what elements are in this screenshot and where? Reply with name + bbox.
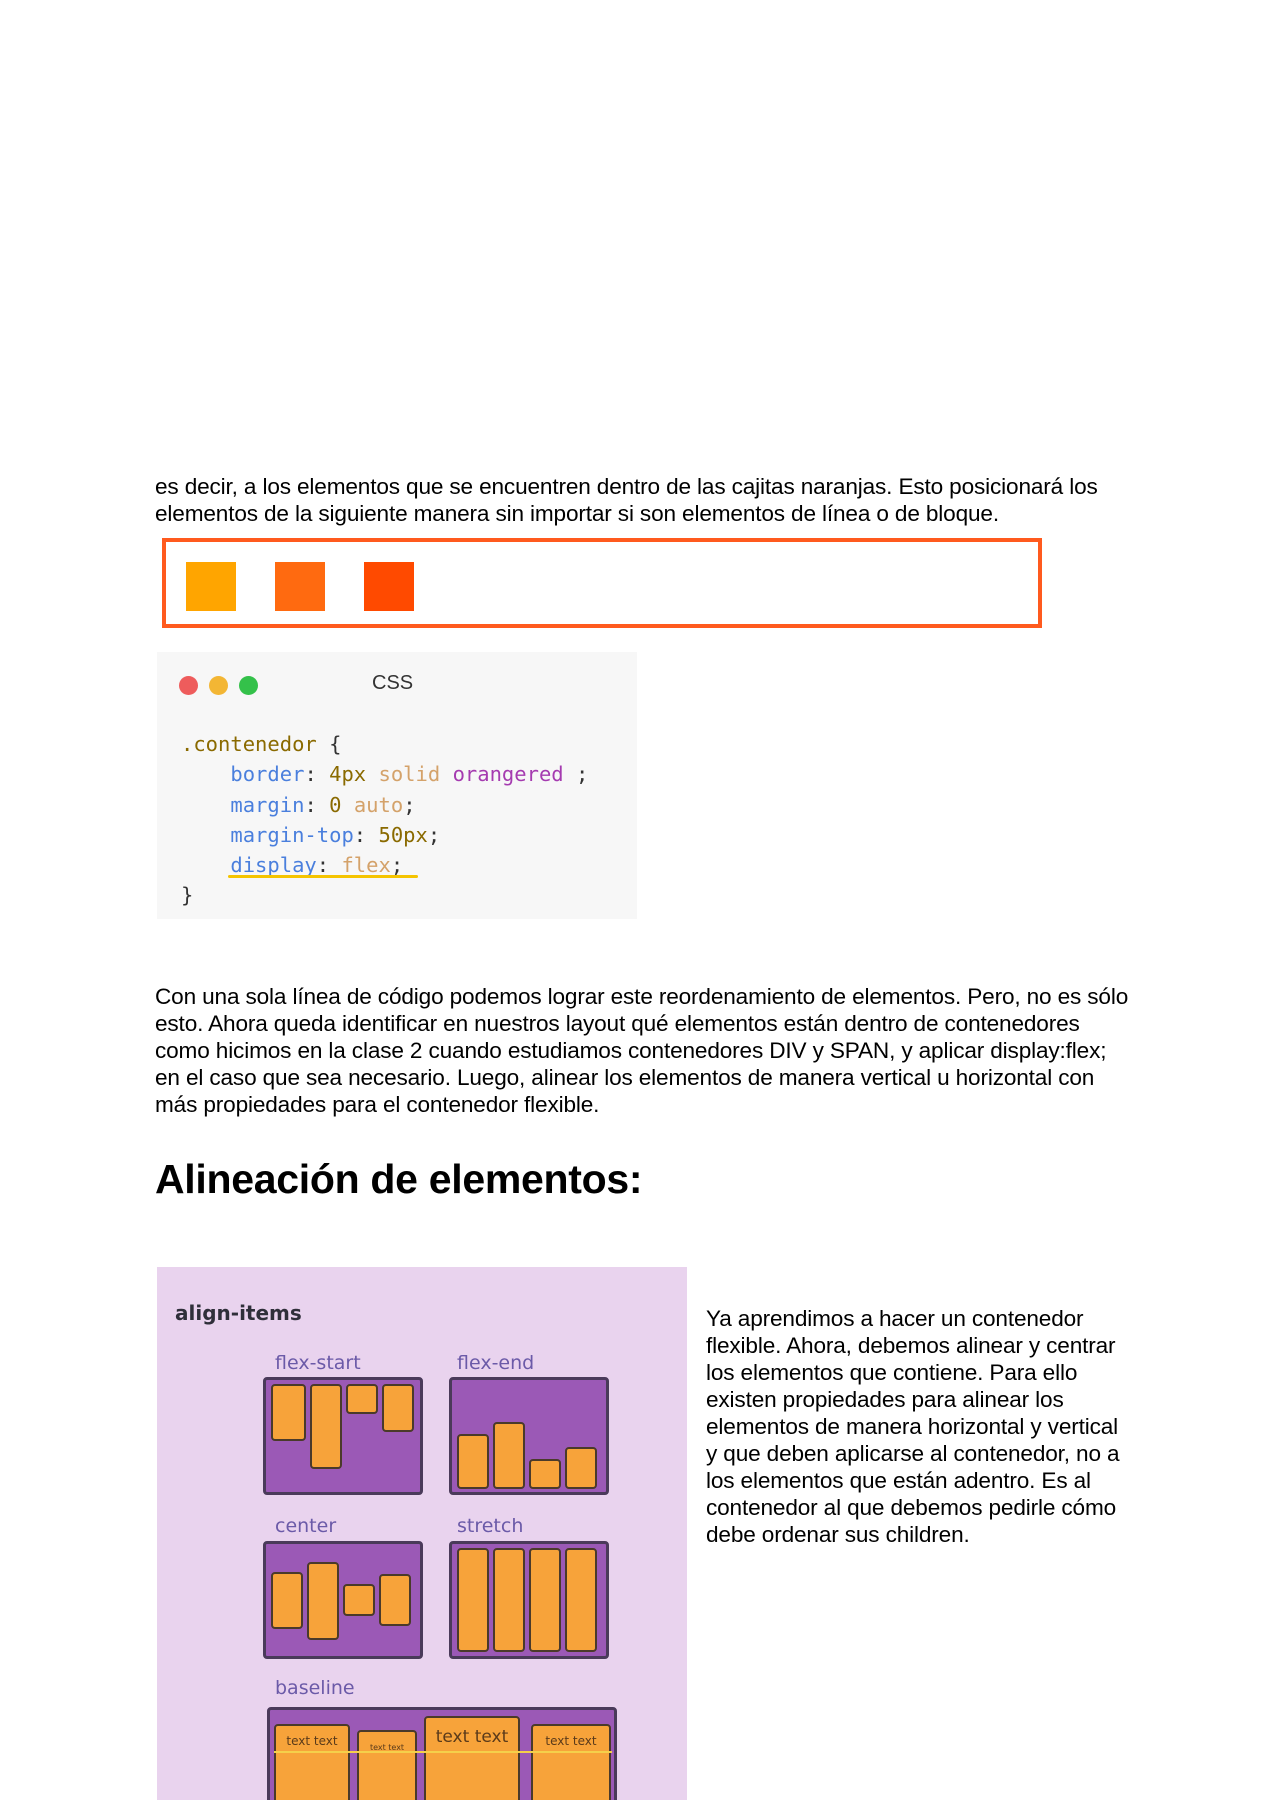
baseline-item: text text: [274, 1724, 350, 1800]
flex-demo-container: [162, 538, 1042, 628]
intro-paragraph: es decir, a los elementos que se encuent…: [155, 474, 1098, 526]
flex-item: [565, 1447, 597, 1489]
flex-item: [271, 1384, 306, 1441]
flex-item: [379, 1574, 411, 1626]
label-center: center: [275, 1515, 337, 1537]
flex-item: [565, 1548, 597, 1652]
highlight-underline: [228, 875, 418, 878]
flex-item: [271, 1572, 303, 1629]
flex-item: [529, 1548, 561, 1652]
flex-item: [346, 1384, 378, 1414]
label-flex-end: flex-end: [457, 1352, 535, 1374]
label-baseline: baseline: [275, 1677, 355, 1699]
panel-flex-start: [263, 1377, 423, 1495]
code-text: .contenedor { border: 4px solid orangere…: [181, 729, 588, 911]
label-stretch: stretch: [457, 1515, 524, 1537]
baseline-guide-line: [274, 1751, 612, 1753]
flex-item: [307, 1562, 339, 1640]
paragraph-flex-explanation: Con una sola línea de código podemos log…: [155, 984, 1129, 1117]
code-line-6: }: [181, 883, 194, 908]
window-close-dot: [179, 676, 198, 695]
window-minimize-dot: [209, 676, 228, 695]
flex-item: [529, 1459, 561, 1489]
code-line-2: border: 4px solid orangered ;: [230, 762, 589, 787]
window-maximize-dot: [239, 676, 258, 695]
panel-center: [263, 1541, 423, 1659]
section-heading: Alineación de elementos:: [155, 1156, 643, 1202]
orange-square-1: [186, 562, 236, 611]
flex-item: [457, 1548, 489, 1652]
code-line-1: .contenedor {: [181, 732, 342, 756]
flex-item: [457, 1434, 489, 1489]
code-line-3: margin: 0 auto;: [230, 792, 416, 817]
panel-stretch: [449, 1541, 609, 1659]
flex-item: [493, 1422, 525, 1489]
code-line-4: margin-top: 50px;: [230, 822, 441, 847]
panel-flex-end: [449, 1377, 609, 1495]
code-line-5: display: flex;: [230, 853, 404, 878]
panel-baseline: text text text text text text text text: [267, 1707, 617, 1800]
flex-item: [310, 1384, 342, 1469]
baseline-item: text text: [357, 1730, 417, 1800]
flex-item: [382, 1384, 414, 1432]
code-language-label: CSS: [372, 672, 414, 694]
orange-square-2: [275, 562, 325, 611]
figure-title: align-items: [175, 1301, 302, 1325]
flex-item: [343, 1584, 375, 1616]
flex-item: [493, 1548, 525, 1652]
code-block: CSS .contenedor { border: 4px solid oran…: [157, 652, 637, 919]
baseline-item: text text: [531, 1724, 611, 1800]
baseline-item: text text: [424, 1716, 520, 1800]
orange-square-3: [364, 562, 414, 611]
label-flex-start: flex-start: [275, 1352, 361, 1374]
paragraph-alignment: Ya aprendimos a hacer un contenedor flex…: [706, 1306, 1120, 1547]
align-items-figure: align-items flex-start flex-end center s…: [157, 1267, 687, 1800]
